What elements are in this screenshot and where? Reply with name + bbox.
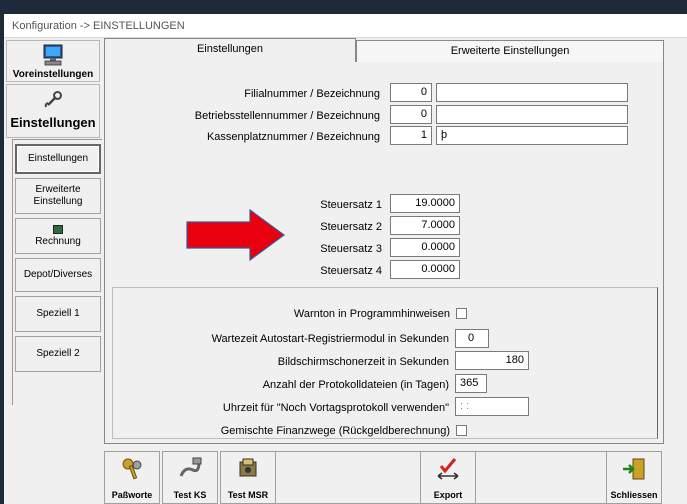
steuersatz-2-field[interactable]: 7.0000: [390, 216, 460, 235]
card-reader-icon: [235, 456, 261, 488]
nav-einstellungen-button[interactable]: Einstellungen: [6, 84, 100, 138]
steuersatz-2-label: Steuersatz 2: [320, 221, 382, 233]
cable-icon: [177, 456, 203, 488]
test-ks-label: Test KS: [173, 490, 207, 500]
wartezeit-field[interactable]: 0: [455, 329, 489, 348]
nav-voreinstellungen-label: Voreinstellungen: [12, 69, 94, 80]
subnav-rechnung[interactable]: Rechnung: [15, 218, 101, 254]
filiale-name-field[interactable]: [436, 83, 628, 102]
top-strip: [4, 0, 687, 14]
steuersatz-4-field[interactable]: 0.0000: [390, 260, 460, 279]
steuersatz-4-label: Steuersatz 4: [320, 265, 382, 277]
wartezeit-label: Wartezeit Autostart-Registriermodul in S…: [211, 333, 449, 345]
export-button[interactable]: Export: [420, 451, 476, 504]
toolbar-spacer: [276, 451, 420, 504]
uhrzeit-field[interactable]: : :: [455, 397, 529, 416]
test-ks-button[interactable]: Test KS: [162, 451, 218, 504]
warnton-label: Warnton in Programmhinweisen: [293, 308, 450, 320]
subnav-speziell-2[interactable]: Speziell 2: [15, 336, 101, 372]
passworte-label: Paßworte: [111, 490, 153, 500]
filiale-label: Filialnummer / Bezeichnung: [244, 88, 380, 100]
red-arrow-icon: [186, 209, 286, 261]
tools-icon: [7, 85, 99, 115]
steuersatz-1-label: Steuersatz 1: [320, 199, 382, 211]
bildschirmschoner-field[interactable]: 180: [455, 351, 529, 370]
computer-icon: [7, 41, 99, 69]
sub-nav: Einstellungen Erweiterte Einstellung Rec…: [12, 139, 102, 405]
subnav-speziell-2-label: Speziell 2: [36, 348, 80, 359]
bildschirmschoner-label: Bildschirmschonerzeit in Sekunden: [277, 356, 449, 368]
tab-erweiterte-einstellungen[interactable]: Erweiterte Einstellungen: [356, 40, 664, 62]
toolbar-spacer-2: [476, 451, 606, 504]
protokoll-label: Anzahl der Protokolldateien (in Tagen): [262, 379, 449, 391]
betriebsstelle-number-field[interactable]: 0: [390, 105, 432, 124]
export-label: Export: [433, 490, 463, 500]
nav-einstellungen-label: Einstellungen: [10, 115, 96, 130]
window-title: Konfiguration -> EINSTELLUNGEN: [4, 14, 687, 38]
schliessen-label: Schliessen: [610, 490, 658, 500]
subnav-rechnung-label: Rechnung: [35, 235, 81, 247]
register-icon: [53, 224, 63, 234]
kassenplatz-name-field[interactable]: þ: [436, 126, 628, 145]
config-window: Konfiguration -> EINSTELLUNGEN Voreinste…: [4, 0, 687, 504]
finanzwege-label: Gemischte Finanzwege (Rückgeldberechnung…: [220, 425, 450, 437]
filiale-number-field[interactable]: 0: [390, 83, 432, 102]
schliessen-button[interactable]: Schliessen: [606, 451, 662, 504]
betriebsstelle-label: Betriebsstellennummer / Bezeichnung: [194, 110, 380, 122]
bottom-toolbar: Paßworte Test KS Test MSR Export Schlies…: [104, 449, 664, 504]
keys-icon: [119, 456, 145, 488]
kassenplatz-label: Kassenplatznummer / Bezeichnung: [206, 131, 380, 143]
steuersatz-1-field[interactable]: 19.0000: [390, 194, 460, 213]
test-msr-button[interactable]: Test MSR: [220, 451, 276, 504]
subnav-erweiterte-label: Erweiterte Einstellung: [33, 184, 83, 207]
protokoll-field[interactable]: 365: [455, 374, 487, 393]
passworte-button[interactable]: Paßworte: [104, 451, 160, 504]
steuersatz-3-label: Steuersatz 3: [320, 243, 382, 255]
warnton-checkbox[interactable]: [456, 308, 467, 319]
subnav-einstellungen-label: Einstellungen: [27, 153, 89, 164]
test-msr-label: Test MSR: [227, 490, 269, 500]
uhrzeit-label: Uhrzeit für "Noch Vortagsprotokoll verwe…: [222, 402, 449, 414]
subnav-erweiterte-einstellung[interactable]: Erweiterte Einstellung: [15, 178, 101, 214]
betriebsstelle-name-field[interactable]: [436, 105, 628, 124]
subnav-einstellungen[interactable]: Einstellungen: [15, 144, 101, 174]
tab-bar: Einstellungen Erweiterte Einstellungen: [104, 38, 664, 62]
subnav-speziell-1-label: Speziell 1: [36, 308, 80, 319]
exit-door-icon: [621, 456, 647, 488]
steuersatz-3-field[interactable]: 0.0000: [390, 238, 460, 257]
subnav-depot-diverses[interactable]: Depot/Diverses: [15, 258, 101, 292]
sidebar: Voreinstellungen Einstellungen Einstellu…: [4, 38, 102, 504]
export-icon: [435, 456, 461, 488]
tab-einstellungen[interactable]: Einstellungen: [104, 38, 356, 62]
subnav-depot-label: Depot/Diverses: [23, 269, 93, 280]
nav-voreinstellungen-button[interactable]: Voreinstellungen: [6, 40, 100, 82]
kassenplatz-number-field[interactable]: 1: [390, 126, 432, 145]
finanzwege-checkbox[interactable]: [456, 425, 467, 436]
subnav-speziell-1[interactable]: Speziell 1: [15, 296, 101, 332]
